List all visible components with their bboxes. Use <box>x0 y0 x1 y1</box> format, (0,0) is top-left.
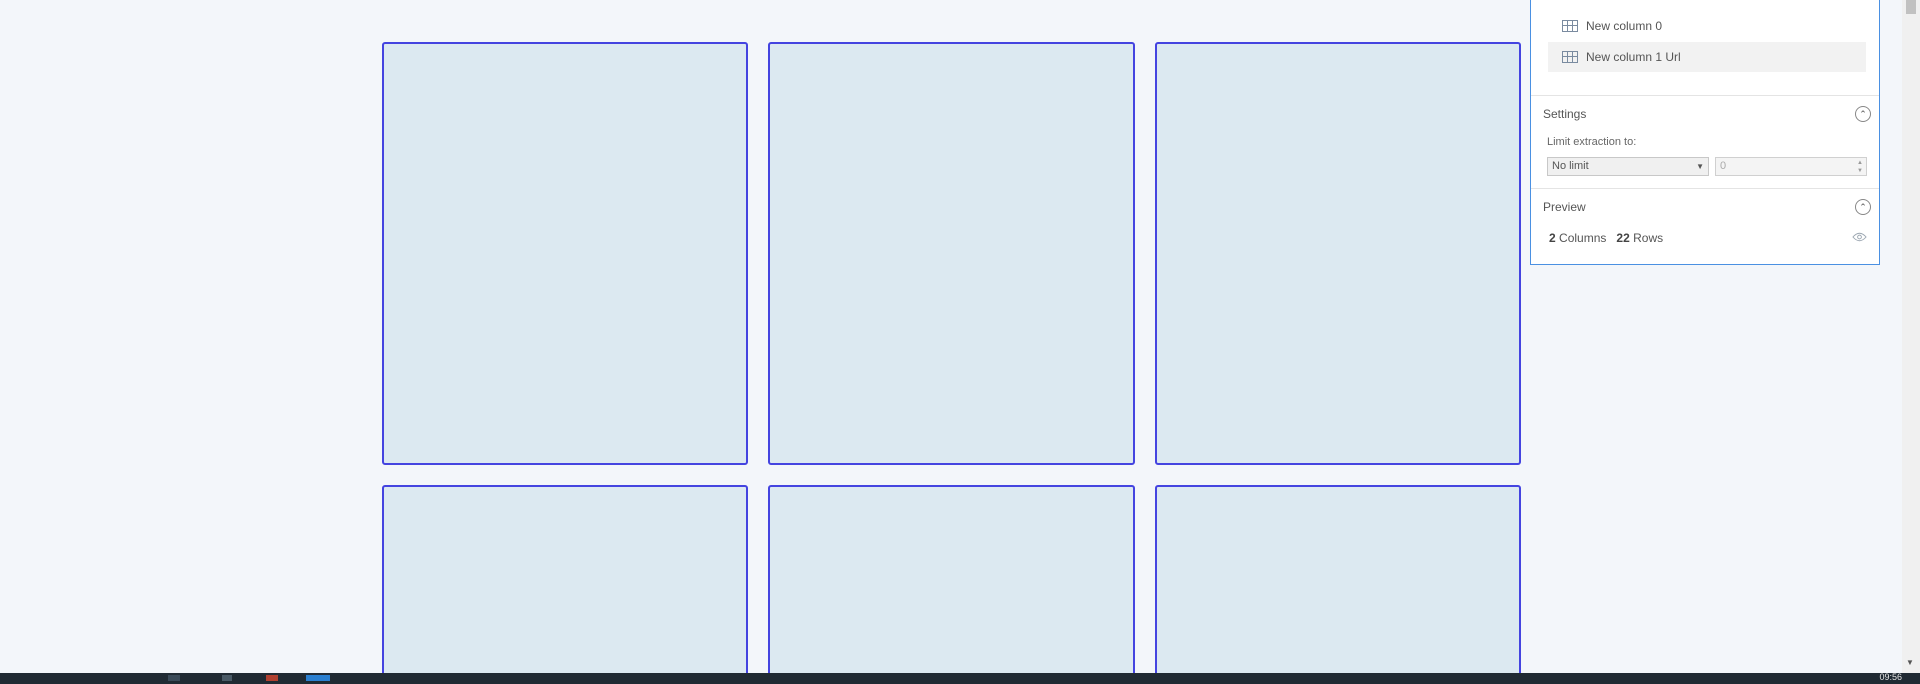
highlighted-card[interactable] <box>768 485 1135 673</box>
highlighted-card[interactable] <box>1155 42 1521 465</box>
spin-up-icon[interactable]: ▲ <box>1857 160 1863 166</box>
chevron-up-icon[interactable]: ⌃ <box>1855 106 1871 122</box>
taskbar-app-icon[interactable] <box>222 675 232 681</box>
scrollbar-thumb[interactable] <box>1906 0 1916 14</box>
table-icon <box>1562 51 1578 63</box>
highlighted-card[interactable] <box>382 485 748 673</box>
taskbar-app-icon[interactable] <box>266 675 278 681</box>
settings-title: Settings <box>1543 107 1587 121</box>
column-item[interactable]: New column 1 Url <box>1548 42 1866 72</box>
limit-select-value: No limit <box>1552 160 1589 172</box>
divider <box>1531 95 1879 96</box>
scroll-down-icon[interactable]: ▼ <box>1906 658 1914 667</box>
limit-number-value: 0 <box>1720 160 1727 172</box>
column-label: New column 1 Url <box>1586 50 1681 64</box>
column-item[interactable]: New column 0 <box>1548 11 1866 41</box>
limit-label: Limit extraction to: <box>1547 136 1637 148</box>
column-label: New column 0 <box>1586 19 1663 33</box>
divider <box>1531 188 1879 189</box>
rows-word: Rows <box>1633 231 1664 245</box>
highlighted-card[interactable] <box>382 42 748 465</box>
preview-title: Preview <box>1543 200 1586 214</box>
eye-icon[interactable] <box>1852 232 1867 242</box>
taskbar-app-icon[interactable] <box>306 675 330 681</box>
taskbar-app-icon[interactable] <box>168 675 180 681</box>
rows-count: 22 <box>1616 231 1630 245</box>
table-icon <box>1562 20 1578 32</box>
columns-word: Columns <box>1559 231 1607 245</box>
web-page-canvas: New column 0 New column 1 Url Settings ⌃… <box>0 0 1902 673</box>
highlighted-card[interactable] <box>768 42 1135 465</box>
columns-count: 2 <box>1549 231 1556 245</box>
highlighted-card[interactable] <box>1155 485 1521 673</box>
spin-down-icon[interactable]: ▼ <box>1857 168 1863 174</box>
taskbar: 09:56 <box>0 672 1920 684</box>
limit-number-input[interactable]: 0 ▲ ▼ <box>1715 157 1867 176</box>
taskbar-clock[interactable]: 09:56 <box>1879 672 1902 682</box>
vertical-scrollbar[interactable]: ▼ <box>1902 0 1920 673</box>
chevron-up-icon[interactable]: ⌃ <box>1855 199 1871 215</box>
preview-stats: 2 Columns 22 Rows <box>1549 231 1663 245</box>
extraction-panel: New column 0 New column 1 Url Settings ⌃… <box>1530 0 1880 265</box>
dropdown-arrow-icon: ▼ <box>1696 162 1704 171</box>
limit-select[interactable]: No limit ▼ <box>1547 157 1709 176</box>
